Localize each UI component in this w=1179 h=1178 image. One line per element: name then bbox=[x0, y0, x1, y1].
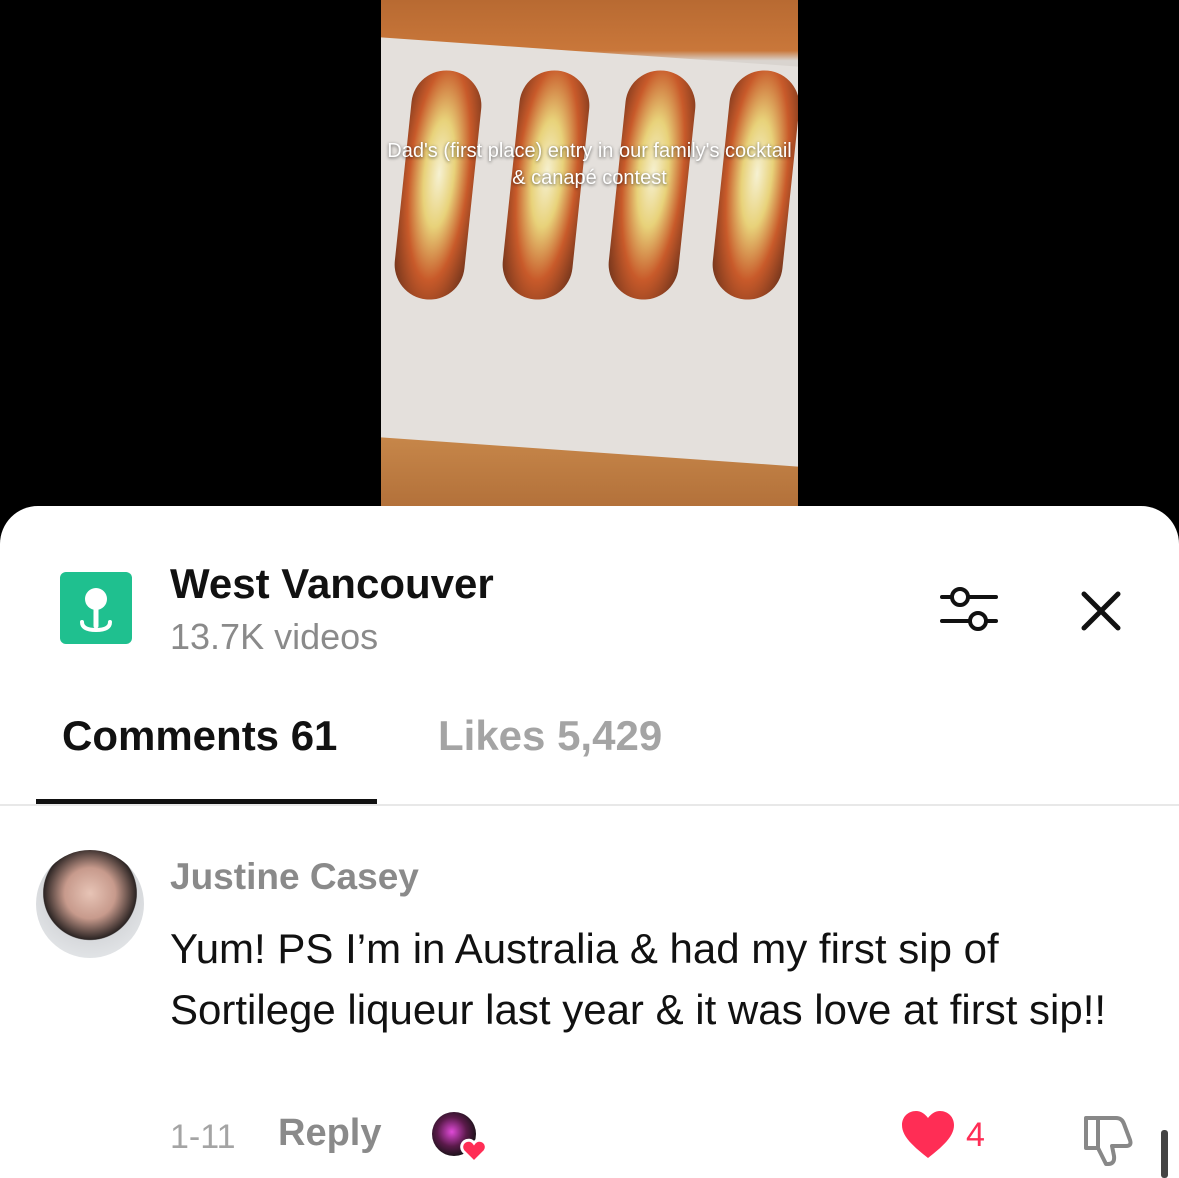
scrollbar[interactable] bbox=[1161, 1130, 1168, 1178]
tab-comments[interactable]: Comments 61 bbox=[62, 712, 337, 760]
location-video-count: 13.7K videos bbox=[170, 616, 379, 657]
close-icon[interactable] bbox=[1078, 588, 1124, 634]
comment-date: 1-11 bbox=[170, 1118, 236, 1156]
thumbs-down-icon[interactable] bbox=[1078, 1110, 1136, 1168]
video-player[interactable]: Dad's (first place) entry in our family'… bbox=[381, 0, 798, 506]
sliders-icon[interactable] bbox=[940, 582, 998, 636]
heart-icon[interactable] bbox=[900, 1108, 956, 1164]
like-count: 4 bbox=[966, 1116, 985, 1154]
divider bbox=[0, 804, 1179, 806]
comment-text: Yum! PS I’m in Australia & had my first … bbox=[170, 925, 1107, 1033]
comment-author[interactable]: Justine Casey bbox=[170, 856, 419, 898]
creator-liked-icon bbox=[430, 1110, 490, 1166]
location-pin-icon bbox=[60, 572, 132, 644]
comments-sheet: West Vancouver 13.7K videos Comments 61 … bbox=[0, 506, 1179, 1178]
tab-likes[interactable]: Likes 5,429 bbox=[438, 712, 662, 760]
location-title[interactable]: West Vancouver bbox=[170, 560, 494, 608]
avatar[interactable] bbox=[36, 850, 144, 958]
video-caption: Dad's (first place) entry in our family'… bbox=[387, 140, 792, 189]
video-area: Dad's (first place) entry in our family'… bbox=[0, 0, 1179, 530]
reply-button[interactable]: Reply bbox=[278, 1112, 381, 1155]
